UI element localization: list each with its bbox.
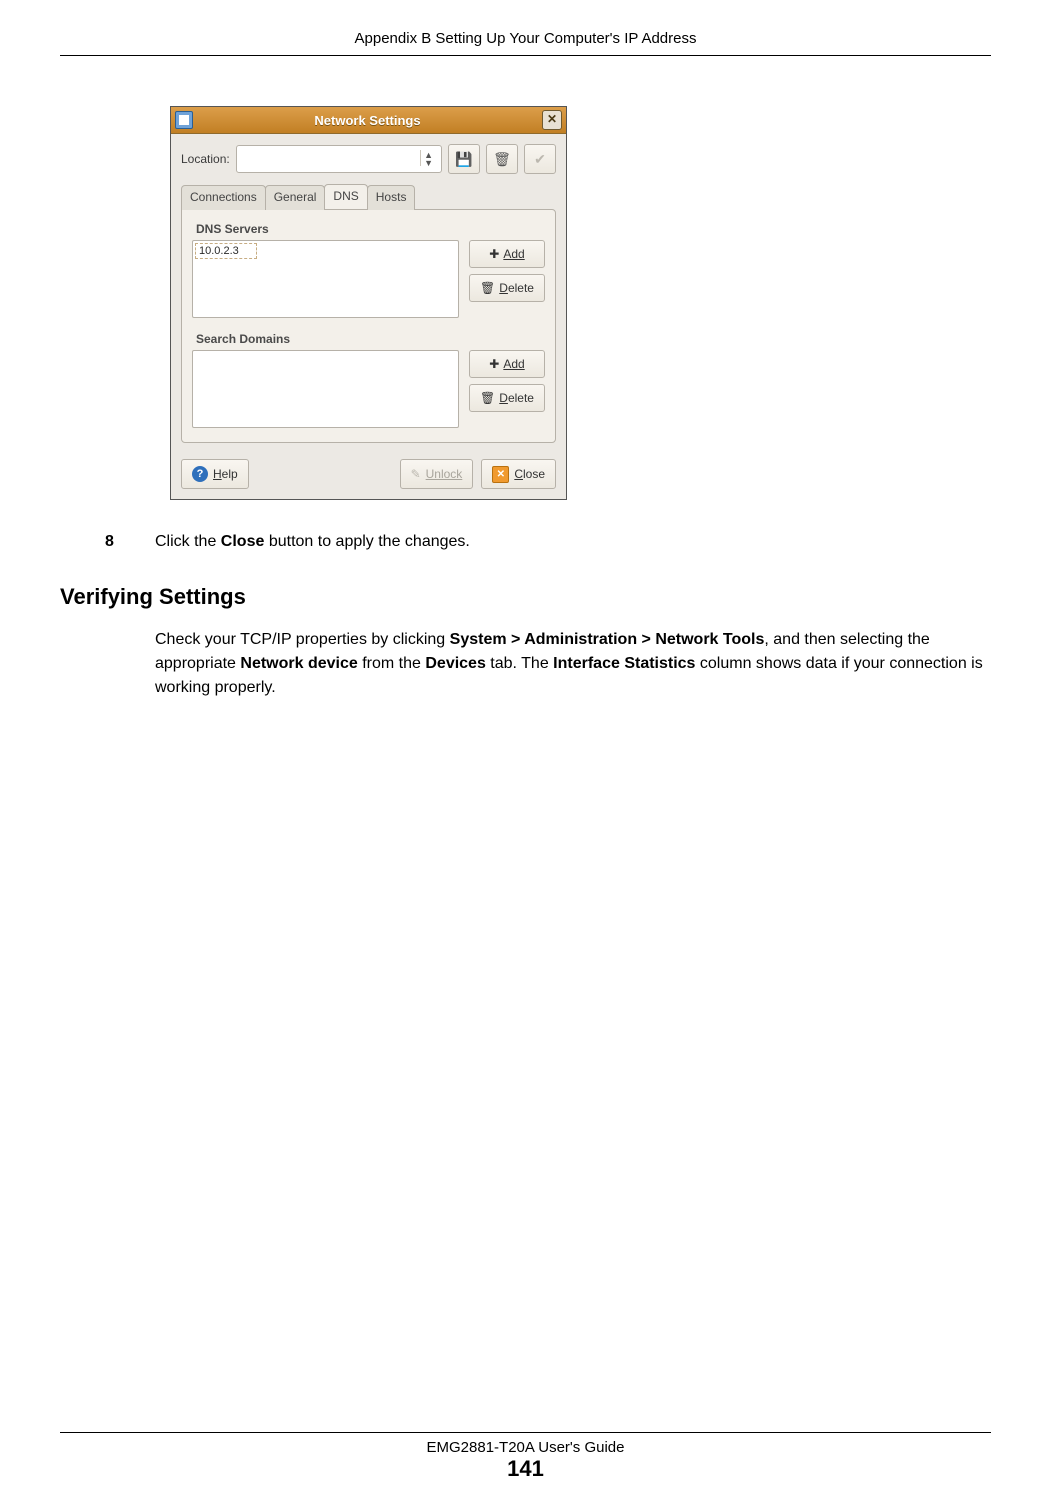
- window-title: Network Settings: [193, 113, 542, 128]
- tab-hosts[interactable]: Hosts: [367, 185, 416, 210]
- dns-tab-panel: DNS Servers 10.0.2.3 ✚ Add 🗑 Delete: [181, 209, 556, 443]
- location-select[interactable]: ▲▼: [236, 145, 442, 173]
- footer-rule: [60, 1432, 991, 1433]
- location-toolbar: Location: ▲▼ 💾 🗑 ✔: [171, 134, 566, 180]
- tab-dns[interactable]: DNS: [324, 184, 367, 209]
- dialog-footer: ? Help ✎ Unlock ✕ Close: [171, 451, 566, 499]
- unlock-button: ✎ Unlock: [400, 459, 474, 489]
- check-icon: ✔: [534, 151, 546, 168]
- help-label: Help: [213, 467, 238, 481]
- verifying-settings-paragraph: Check your TCP/IP properties by clicking…: [155, 628, 991, 700]
- location-label: Location:: [181, 152, 230, 166]
- dns-servers-list[interactable]: 10.0.2.3: [192, 240, 459, 318]
- tab-connections[interactable]: Connections: [181, 185, 266, 210]
- trash-icon: 🗑: [480, 281, 495, 295]
- screenshot-figure: Network Settings ✕ Location: ▲▼ 💾 🗑 ✔ Co…: [170, 106, 991, 500]
- search-add-label: Add: [503, 357, 524, 371]
- tab-strip: Connections General DNS Hosts: [171, 184, 566, 209]
- search-domains-list[interactable]: [192, 350, 459, 428]
- apply-location-button[interactable]: ✔: [524, 144, 556, 174]
- search-delete-label: Delete: [499, 391, 534, 405]
- trash-icon: 🗑: [480, 391, 495, 405]
- help-icon: ?: [192, 466, 208, 482]
- dns-server-entry[interactable]: 10.0.2.3: [195, 243, 257, 259]
- dns-add-label: Add: [503, 247, 524, 261]
- close-label: Close: [514, 467, 545, 481]
- floppy-icon: 💾: [455, 151, 472, 168]
- network-settings-dialog: Network Settings ✕ Location: ▲▼ 💾 🗑 ✔ Co…: [170, 106, 567, 500]
- unlock-label: Unlock: [426, 467, 463, 481]
- page-header: Appendix B Setting Up Your Computer's IP…: [60, 30, 991, 55]
- footer-guide-title: EMG2881-T20A User's Guide: [60, 1439, 991, 1456]
- add-icon: ✚: [489, 357, 499, 371]
- dns-delete-label: Delete: [499, 281, 534, 295]
- step-number: 8: [105, 530, 155, 554]
- close-icon: ✕: [492, 466, 509, 483]
- titlebar: Network Settings ✕: [171, 107, 566, 134]
- search-delete-button[interactable]: 🗑 Delete: [469, 384, 545, 412]
- add-icon: ✚: [489, 247, 499, 261]
- tab-general[interactable]: General: [265, 185, 326, 210]
- window-app-icon: [175, 111, 193, 129]
- page-number: 141: [60, 1456, 991, 1482]
- header-rule: [60, 55, 991, 56]
- help-button[interactable]: ? Help: [181, 459, 249, 489]
- close-button[interactable]: ✕ Close: [481, 459, 556, 489]
- dns-servers-label: DNS Servers: [196, 222, 545, 236]
- step-8: 8Click the Close button to apply the cha…: [105, 530, 991, 554]
- search-domains-label: Search Domains: [196, 332, 545, 346]
- save-location-button[interactable]: 💾: [448, 144, 480, 174]
- dns-delete-button[interactable]: 🗑 Delete: [469, 274, 545, 302]
- dns-add-button[interactable]: ✚ Add: [469, 240, 545, 268]
- page-footer: EMG2881-T20A User's Guide 141: [60, 1432, 991, 1482]
- delete-location-button[interactable]: 🗑: [486, 144, 518, 174]
- search-add-button[interactable]: ✚ Add: [469, 350, 545, 378]
- verifying-settings-heading: Verifying Settings: [60, 584, 991, 610]
- key-icon: ✎: [411, 467, 421, 481]
- trash-icon: 🗑: [493, 151, 511, 168]
- window-close-icon[interactable]: ✕: [542, 110, 562, 130]
